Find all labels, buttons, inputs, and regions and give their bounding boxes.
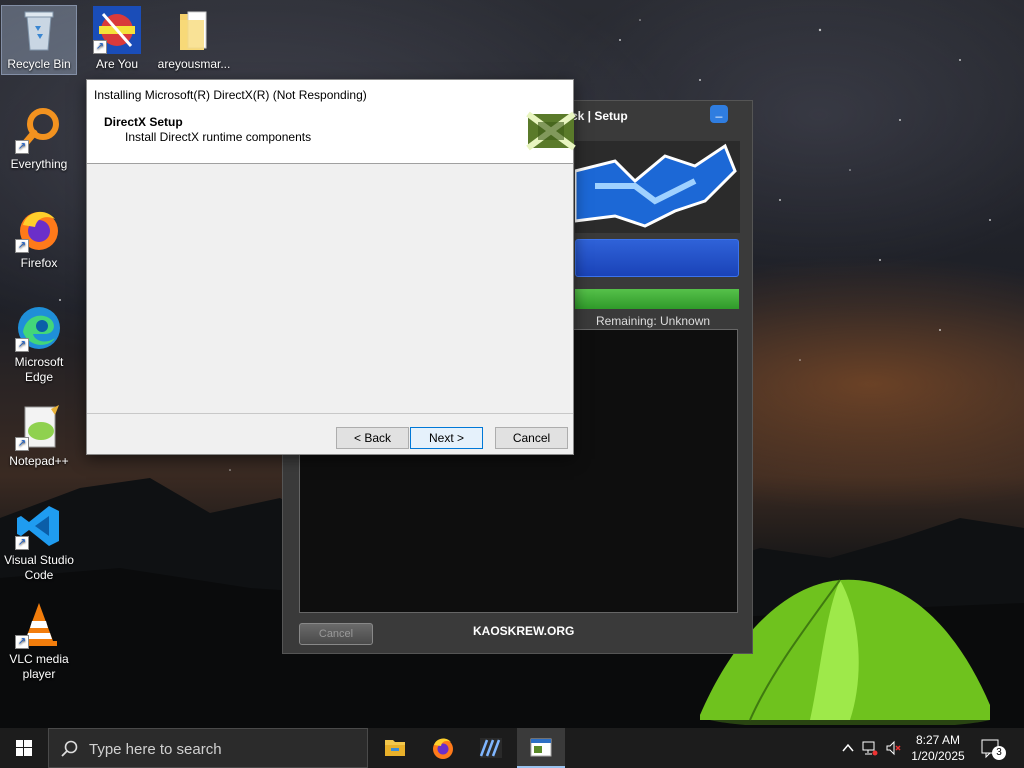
game-app-icon: ↗ xyxy=(93,6,141,54)
directx-setup-window[interactable]: Installing Microsoft(R) DirectX(R) (Not … xyxy=(86,79,576,455)
shortcut-arrow-icon: ↗ xyxy=(15,239,29,253)
remaining-time: Remaining: Unknown xyxy=(595,314,711,328)
icon-label: Everything xyxy=(10,157,68,171)
shortcut-arrow-icon: ↗ xyxy=(15,635,29,649)
taskbar: Type here to search 8:27 AM 1/20/2025 3 xyxy=(0,728,1024,768)
clock-date: 1/20/2025 xyxy=(911,749,965,763)
back-button[interactable]: < Back xyxy=(336,427,409,449)
shortcut-arrow-icon: ↗ xyxy=(15,437,29,451)
shortcut-arrow-icon: ↗ xyxy=(15,140,29,154)
firefox-icon xyxy=(433,738,453,759)
network-icon[interactable] xyxy=(862,740,878,756)
icon-label: Visual Studio Code xyxy=(4,553,74,582)
taskbar-file-explorer[interactable] xyxy=(371,728,419,768)
desktop-icon-edge[interactable]: ↗ Microsoft Edge xyxy=(2,304,76,385)
start-button[interactable] xyxy=(0,728,48,768)
notification-count-badge: 3 xyxy=(992,746,1006,760)
firefox-icon: ↗ xyxy=(15,205,63,253)
edge-icon: ↗ xyxy=(15,304,63,352)
header-title: DirectX Setup xyxy=(104,115,183,129)
recycle-bin-icon xyxy=(15,6,63,54)
windows-logo-icon xyxy=(16,740,32,756)
site-label: KAOSKREW.ORG xyxy=(473,624,575,638)
file-explorer-icon xyxy=(385,740,405,756)
desktop-icon-everything[interactable]: ↗ Everything xyxy=(2,106,76,172)
chevron-up-icon[interactable] xyxy=(840,740,856,756)
system-clock[interactable]: 8:27 AM 1/20/2025 xyxy=(906,732,970,764)
directx-logo-icon xyxy=(526,111,576,151)
krew-logo-image xyxy=(575,141,740,233)
cancel-button[interactable]: Cancel xyxy=(299,623,373,645)
window-title: Installing Microsoft(R) DirectX(R) (Not … xyxy=(87,80,573,110)
progress-bar xyxy=(575,289,739,309)
taskbar-firefox[interactable] xyxy=(419,728,467,768)
icon-label: Microsoft Edge xyxy=(14,355,64,384)
shortcut-arrow-icon: ↗ xyxy=(15,338,29,352)
wizard-footer: < Back Next > Cancel xyxy=(87,413,573,454)
kaoskrew-app-icon xyxy=(479,738,502,758)
desktop-icon-recycle-bin[interactable]: Recycle Bin xyxy=(1,5,77,75)
vlc-cone-icon: ↗ xyxy=(15,601,63,649)
desktop-icon-vscode[interactable]: ↗ Visual Studio Code xyxy=(2,502,76,583)
header-subtitle: Install DirectX runtime components xyxy=(125,130,312,144)
icon-label: Recycle Bin xyxy=(7,57,71,71)
wizard-body xyxy=(87,164,573,414)
shortcut-arrow-icon: ↗ xyxy=(15,536,29,550)
folder-icon xyxy=(170,6,218,54)
window-title: ck | Setup xyxy=(571,109,628,123)
icon-label: areyousmar... xyxy=(157,57,231,71)
minimize-button[interactable]: _ xyxy=(710,105,728,123)
desktop-icon-notepad-plus-plus[interactable]: ↗ Notepad++ xyxy=(2,403,76,469)
setup-window-icon xyxy=(530,738,552,757)
taskbar-kaoskrew-setup[interactable] xyxy=(467,728,515,768)
next-button[interactable]: Next > xyxy=(410,427,483,449)
icon-label: VLC media player xyxy=(9,652,69,681)
vscode-icon: ↗ xyxy=(15,502,63,550)
desktop-icon-firefox[interactable]: ↗ Firefox xyxy=(2,205,76,271)
taskbar-directx-setup[interactable] xyxy=(517,728,565,768)
icon-label: Are You Smart? xyxy=(95,57,139,74)
volume-muted-icon[interactable] xyxy=(886,740,902,756)
notepad-plus-plus-icon: ↗ xyxy=(15,403,63,451)
search-placeholder: Type here to search xyxy=(89,741,222,758)
cancel-button[interactable]: Cancel xyxy=(495,427,568,449)
icon-label: Firefox xyxy=(20,256,58,270)
search-icon xyxy=(61,740,78,757)
desktop-icon-vlc[interactable]: ↗ VLC media player xyxy=(2,601,76,682)
magnifier-icon: ↗ xyxy=(15,106,63,154)
wizard-header: DirectX Setup Install DirectX runtime co… xyxy=(87,110,576,164)
icon-label: Notepad++ xyxy=(9,454,69,468)
shortcut-arrow-icon: ↗ xyxy=(93,40,107,54)
desktop-icon-are-you-smart[interactable]: ↗ Are You Smart? xyxy=(80,6,154,74)
desktop-icon-areyousmart-folder[interactable]: areyousmar... xyxy=(157,6,231,74)
notification-center-button[interactable]: 3 xyxy=(978,736,1006,760)
search-box[interactable]: Type here to search xyxy=(48,728,368,768)
status-bar xyxy=(575,239,739,277)
clock-time: 8:27 AM xyxy=(915,733,961,747)
